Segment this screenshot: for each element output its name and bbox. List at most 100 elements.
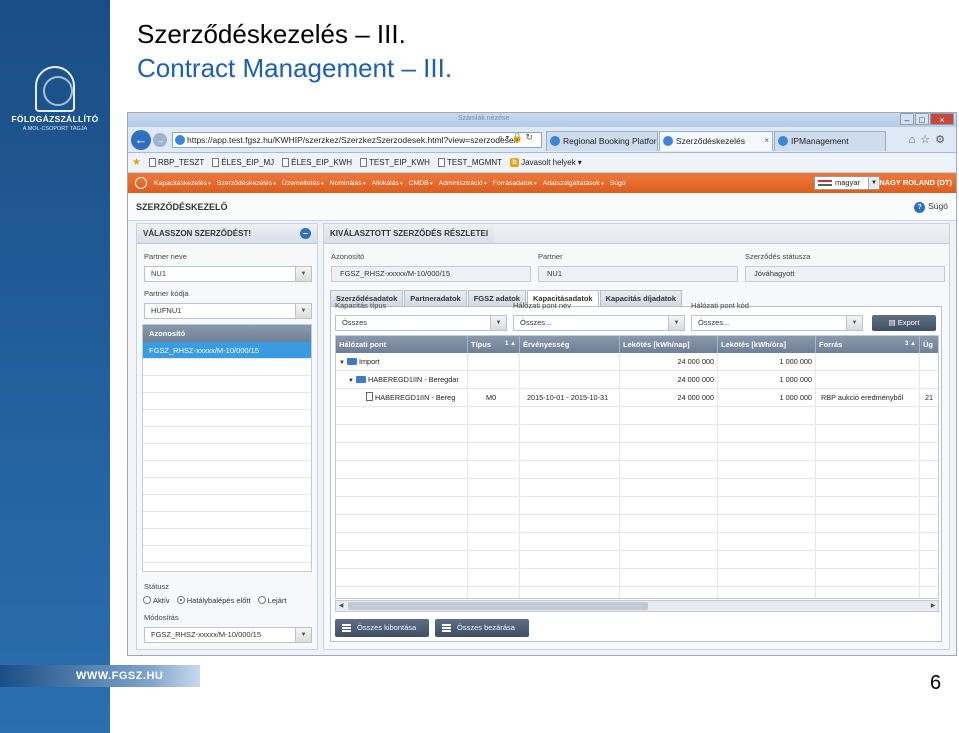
- chevron-down-icon: ▼: [295, 304, 311, 318]
- status-option-aktiv[interactable]: Aktív: [143, 596, 170, 605]
- tab-kapacitas-dijadatok[interactable]: Kapacitás díjadatok: [599, 290, 683, 307]
- ie-icon: [778, 136, 788, 146]
- partner-field: NU1: [538, 266, 738, 282]
- tab-szerzodeskezeles[interactable]: Szerződéskezelés ×: [659, 131, 773, 151]
- page-icon: [148, 158, 156, 167]
- scroll-right-icon[interactable]: ▶: [928, 601, 938, 611]
- favorite-test-eip-kwh[interactable]: TEST_EIP_KWH: [360, 158, 430, 167]
- table-row[interactable]: ▼ HABEREGD1IIN - Beregdar 24 000 000 1 00…: [336, 371, 938, 389]
- left-panel-header: VÁLASSZON SZERZŐDÉST! –: [137, 224, 317, 244]
- list-item[interactable]: FGSZ_RHSZ-xxxxx/M-10/000/15: [143, 342, 311, 359]
- capacity-type-value: Összes: [342, 318, 368, 327]
- expand-all-button[interactable]: Összes kibontása: [335, 619, 429, 637]
- point-name-select[interactable]: Összes... ▼: [513, 315, 685, 331]
- menu-sugo[interactable]: Súgó: [610, 180, 626, 187]
- capacity-type-select[interactable]: Összes ▼: [335, 315, 507, 331]
- table-row[interactable]: HABEREGD1IIN - Bereg M0 2015-10-01 - 201…: [336, 389, 938, 407]
- minimize-button[interactable]: –: [900, 113, 914, 125]
- col-lekotes-ora[interactable]: Lekötés [kWh/óra]: [718, 336, 816, 353]
- menu-cmdb[interactable]: CMDB: [409, 180, 433, 187]
- col-lekotes-nap[interactable]: Lekötés [kWh/nap]: [620, 336, 718, 353]
- menu-szerzodeskezeles[interactable]: Szerződéskezelés: [217, 180, 276, 187]
- expand-triangle-icon[interactable]: ▼: [348, 378, 354, 384]
- contract-status-label: Szerződés státusza: [745, 252, 811, 261]
- help-label: Súgó: [928, 201, 948, 211]
- cell-kwh-day: 24 000 000: [677, 375, 714, 384]
- menu-adminisztracio[interactable]: Adminisztráció: [439, 180, 487, 187]
- user-name[interactable]: NAGY ROLAND (DT): [879, 178, 952, 187]
- ie-icon: [663, 136, 673, 146]
- menu-forrasadatok[interactable]: Forrásadatok: [493, 180, 537, 187]
- address-bar[interactable]: https://app.test.fgsz.hu/KWHIP/szerzkez/…: [172, 132, 542, 148]
- partner-code-select[interactable]: HUFNU1 ▼: [144, 303, 312, 319]
- browser-tools[interactable]: ⌂☆⚙: [909, 133, 950, 146]
- chevron-down-icon: ▼: [490, 316, 506, 330]
- menu-adatszolgaltatasok[interactable]: Adatszolgáltatások: [543, 180, 604, 187]
- collapse-all-button[interactable]: Összes bezárása: [435, 619, 529, 637]
- chevron-down-icon: ▼: [668, 316, 684, 330]
- collapse-icon[interactable]: –: [300, 228, 311, 239]
- list-icon: [342, 624, 351, 632]
- forward-button[interactable]: →: [153, 133, 167, 147]
- bing-icon: b: [510, 158, 520, 167]
- favorite-eles-eip-mj[interactable]: ÉLES_EIP_MJ: [212, 158, 274, 167]
- col-halozati-pont[interactable]: Hálózati pont: [336, 336, 468, 353]
- scroll-left-icon[interactable]: ◀: [336, 601, 346, 611]
- list-item-empty: [143, 376, 311, 393]
- point-code-select[interactable]: Összes... ▼: [691, 315, 863, 331]
- horizontal-scrollbar[interactable]: ◀ ▶: [335, 600, 939, 612]
- ie-icon: [175, 135, 185, 145]
- col-ervenyesseg[interactable]: Érvényesség: [520, 336, 620, 353]
- favorite-label: TEST_EIP_KWH: [369, 158, 430, 167]
- status-option-hatalybalepes[interactable]: Hatálybalépés előtt: [176, 596, 251, 605]
- address-actions-icons[interactable]: ⌕ ▾ 🔒 ↻: [498, 132, 533, 143]
- browser-navbar: ← → https://app.test.fgsz.hu/KWHIP/szerz…: [128, 127, 956, 153]
- export-button[interactable]: ▤ Export: [872, 315, 936, 331]
- list-item-empty: [143, 478, 311, 495]
- cell-kwh-hour: 1 000 000: [779, 393, 812, 402]
- radio-icon: [257, 596, 266, 604]
- table-row[interactable]: ▼ Import 24 000 000 1 000 000: [336, 353, 938, 371]
- menu-allokalas[interactable]: Allokálás: [372, 180, 403, 187]
- col-forras[interactable]: Forrás 3 ▲: [816, 336, 920, 353]
- partner-name-value: NU1: [151, 269, 167, 278]
- tab-regional-booking-platform[interactable]: Regional Booking Platform: [546, 131, 658, 151]
- modification-select[interactable]: FGSZ_RHSZ-xxxxx/M-10/000/15 ▼: [144, 627, 312, 643]
- favorite-rbp-teszt[interactable]: RBP_TESZT: [148, 158, 204, 167]
- favorites-bar: ★ RBP_TESZT ÉLES_EIP_MJ ÉLES_EIP_KWH TES…: [128, 153, 956, 173]
- list-item-empty: [143, 427, 311, 444]
- tab-ipmanagement[interactable]: IPManagement: [774, 131, 886, 151]
- menu-nominalas[interactable]: Nominálás: [330, 180, 366, 187]
- left-panel-title: VÁLASSZON SZERZŐDÉST!: [143, 229, 252, 238]
- close-window-button[interactable]: ×: [930, 113, 954, 125]
- tab-close-icon[interactable]: ×: [764, 132, 769, 150]
- app-main-menu: Kapacitáskezelés Szerződéskezelés Üzemel…: [128, 173, 956, 193]
- favorite-test-mgmnt[interactable]: TEST_MGMNT: [437, 158, 502, 167]
- scroll-thumb[interactable]: [348, 602, 648, 610]
- contract-id-field: FGSZ_RHSZ-xxxxx/M-10/000/15: [331, 266, 531, 282]
- help-link[interactable]: ? Súgó: [914, 201, 948, 213]
- menu-kapacitaskezeles[interactable]: Kapacitáskezelés: [154, 180, 211, 187]
- cell-type: M0: [486, 393, 497, 402]
- col-tipus[interactable]: Típus 1 ▲: [468, 336, 520, 353]
- menu-uzemeltetes[interactable]: Üzemeltetés: [282, 180, 324, 187]
- back-button[interactable]: ←: [131, 130, 151, 150]
- maximize-button[interactable]: □: [915, 113, 929, 125]
- grid-header: Hálózati pont Típus 1 ▲ Érvényesség Lekö…: [336, 336, 938, 353]
- capacity-grid: Hálózati pont Típus 1 ▲ Érvényesség Lekö…: [335, 335, 939, 599]
- tab-partneradatok[interactable]: Partneradatok: [404, 290, 467, 307]
- window-title: Számlák nézése: [458, 115, 510, 122]
- col-ug[interactable]: Üg: [920, 336, 938, 353]
- partner-label: Partner: [538, 252, 563, 261]
- expand-triangle-icon[interactable]: ▼: [339, 360, 345, 366]
- partner-name-select[interactable]: NU1 ▼: [144, 266, 312, 282]
- favorite-suggested-sites[interactable]: b Javasolt helyek ▾: [510, 158, 582, 167]
- favorite-eles-eip-kwh[interactable]: ÉLES_EIP_KWH: [282, 158, 352, 167]
- table-row-empty: [336, 497, 938, 515]
- sort-asc-icon: 1 ▲: [505, 341, 516, 347]
- language-select[interactable]: magyar ▼: [814, 176, 880, 190]
- capacity-type-label: Kapacitás típus: [335, 301, 387, 310]
- cell-ug: [920, 371, 938, 389]
- status-option-lejart[interactable]: Lejárt: [257, 596, 286, 605]
- favorites-star-icon[interactable]: ★: [132, 157, 141, 168]
